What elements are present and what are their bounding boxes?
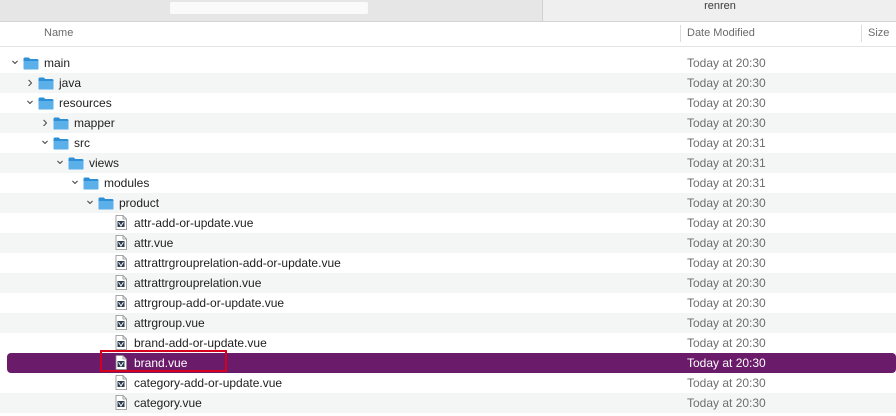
date-modified: Today at 20:31 xyxy=(687,156,766,170)
tab-bar: renren xyxy=(0,0,896,22)
vue-file-icon xyxy=(115,375,127,390)
date-modified: Today at 20:30 xyxy=(687,216,766,230)
item-name: attr.vue xyxy=(134,236,174,250)
item-name: attr-add-or-update.vue xyxy=(134,216,254,230)
chevron-right-icon[interactable]: › xyxy=(39,113,51,133)
file-list: ⌄ main Today at 20:30 › java Today at 20:30 ⌄ r… xyxy=(0,52,896,413)
item-name: attrattrgrouprelation.vue xyxy=(134,276,262,290)
chevron-down-icon[interactable]: ⌄ xyxy=(24,92,36,113)
file-row[interactable]: attrgroup-add-or-update.vue Today at 20:3… xyxy=(0,293,896,313)
folder-row[interactable]: ⌄ views Today at 20:31 xyxy=(0,152,896,173)
date-modified: Today at 20:30 xyxy=(687,356,766,370)
vue-file-icon xyxy=(115,335,127,350)
folder-icon xyxy=(53,136,69,150)
vue-file-icon xyxy=(115,295,127,310)
column-date-modified[interactable]: Date Modified xyxy=(687,22,755,44)
date-modified: Today at 20:30 xyxy=(687,296,766,310)
folder-icon xyxy=(98,196,114,210)
vue-file-icon xyxy=(115,355,127,370)
date-modified: Today at 20:30 xyxy=(687,96,766,110)
tab-renren-label: renren xyxy=(704,0,736,12)
folder-row[interactable]: ⌄ product Today at 20:30 xyxy=(0,192,896,213)
item-name: product xyxy=(119,196,160,210)
date-modified: Today at 20:30 xyxy=(687,56,766,70)
item-name: views xyxy=(89,156,120,170)
item-name: category-add-or-update.vue xyxy=(134,376,283,390)
folder-row[interactable]: ⌄ src Today at 20:31 xyxy=(0,132,896,153)
file-row[interactable]: attrgroup.vue Today at 20:30 xyxy=(0,313,896,333)
item-name: attrgroup.vue xyxy=(134,316,205,330)
item-name: mapper xyxy=(74,116,115,130)
item-name: main xyxy=(44,56,71,70)
vue-file-icon xyxy=(115,275,127,290)
column-divider[interactable] xyxy=(680,25,681,42)
folder-row[interactable]: ⌄ resources Today at 20:30 xyxy=(0,92,896,113)
date-modified: Today at 20:30 xyxy=(687,76,766,90)
folder-icon xyxy=(68,156,84,170)
file-row[interactable]: attrattrgrouprelation-add-or-update.vue T… xyxy=(0,253,896,273)
file-row[interactable]: category.vue Today at 20:30 xyxy=(0,393,896,413)
date-modified: Today at 20:30 xyxy=(687,276,766,290)
column-header: Name Date Modified Size xyxy=(0,22,896,47)
item-name: brand-add-or-update.vue xyxy=(134,336,267,350)
date-modified: Today at 20:30 xyxy=(687,336,766,350)
tab-renren[interactable]: renren xyxy=(542,0,896,21)
chevron-down-icon[interactable]: ⌄ xyxy=(39,132,51,153)
file-row[interactable]: attr-add-or-update.vue Today at 20:30 xyxy=(0,213,896,233)
folder-row[interactable]: ⌄ main Today at 20:30 xyxy=(0,52,896,73)
chevron-down-icon[interactable]: ⌄ xyxy=(54,152,66,173)
folder-icon xyxy=(83,176,99,190)
chevron-right-icon[interactable]: › xyxy=(24,73,36,93)
date-modified: Today at 20:31 xyxy=(687,176,766,190)
folder-icon xyxy=(38,96,54,110)
folder-row[interactable]: › java Today at 20:30 xyxy=(0,73,896,93)
date-modified: Today at 20:30 xyxy=(687,376,766,390)
file-row[interactable]: category-add-or-update.vue Today at 20:30 xyxy=(0,373,896,393)
folder-icon xyxy=(53,116,69,130)
chevron-down-icon[interactable]: ⌄ xyxy=(69,172,81,193)
date-modified: Today at 20:30 xyxy=(687,256,766,270)
column-divider[interactable] xyxy=(861,25,862,42)
vue-file-icon xyxy=(115,255,127,270)
folder-icon xyxy=(38,76,54,90)
folder-row[interactable]: › mapper Today at 20:30 xyxy=(0,113,896,133)
vue-file-icon xyxy=(115,395,127,410)
vue-file-icon xyxy=(115,235,127,250)
folder-icon xyxy=(23,56,39,70)
date-modified: Today at 20:31 xyxy=(687,136,766,150)
file-row[interactable]: attrattrgrouprelation.vue Today at 20:30 xyxy=(0,273,896,293)
column-size[interactable]: Size xyxy=(868,22,889,44)
item-name: attrgroup-add-or-update.vue xyxy=(134,296,285,310)
item-name: src xyxy=(74,136,90,150)
vue-file-icon xyxy=(115,315,127,330)
file-row[interactable]: attr.vue Today at 20:30 xyxy=(0,233,896,253)
item-name: category.vue xyxy=(134,396,202,410)
date-modified: Today at 20:30 xyxy=(687,236,766,250)
item-name: brand.vue xyxy=(134,356,188,370)
date-modified: Today at 20:30 xyxy=(687,196,766,210)
date-modified: Today at 20:30 xyxy=(687,116,766,130)
file-row[interactable]: brand.vue Today at 20:30 xyxy=(7,353,896,373)
item-name: modules xyxy=(104,176,150,190)
item-name: java xyxy=(59,76,82,90)
folder-row[interactable]: ⌄ modules Today at 20:31 xyxy=(0,172,896,193)
item-name: resources xyxy=(59,96,112,110)
chevron-down-icon[interactable]: ⌄ xyxy=(84,192,96,213)
redacted-title xyxy=(170,2,368,14)
vue-file-icon xyxy=(115,215,127,230)
column-name[interactable]: Name xyxy=(44,22,73,44)
date-modified: Today at 20:30 xyxy=(687,316,766,330)
tab-blurred-title[interactable] xyxy=(0,0,542,21)
file-row[interactable]: brand-add-or-update.vue Today at 20:30 xyxy=(0,333,896,353)
date-modified: Today at 20:30 xyxy=(687,396,766,410)
item-name: attrattrgrouprelation-add-or-update.vue xyxy=(134,256,341,270)
chevron-down-icon[interactable]: ⌄ xyxy=(9,52,21,73)
